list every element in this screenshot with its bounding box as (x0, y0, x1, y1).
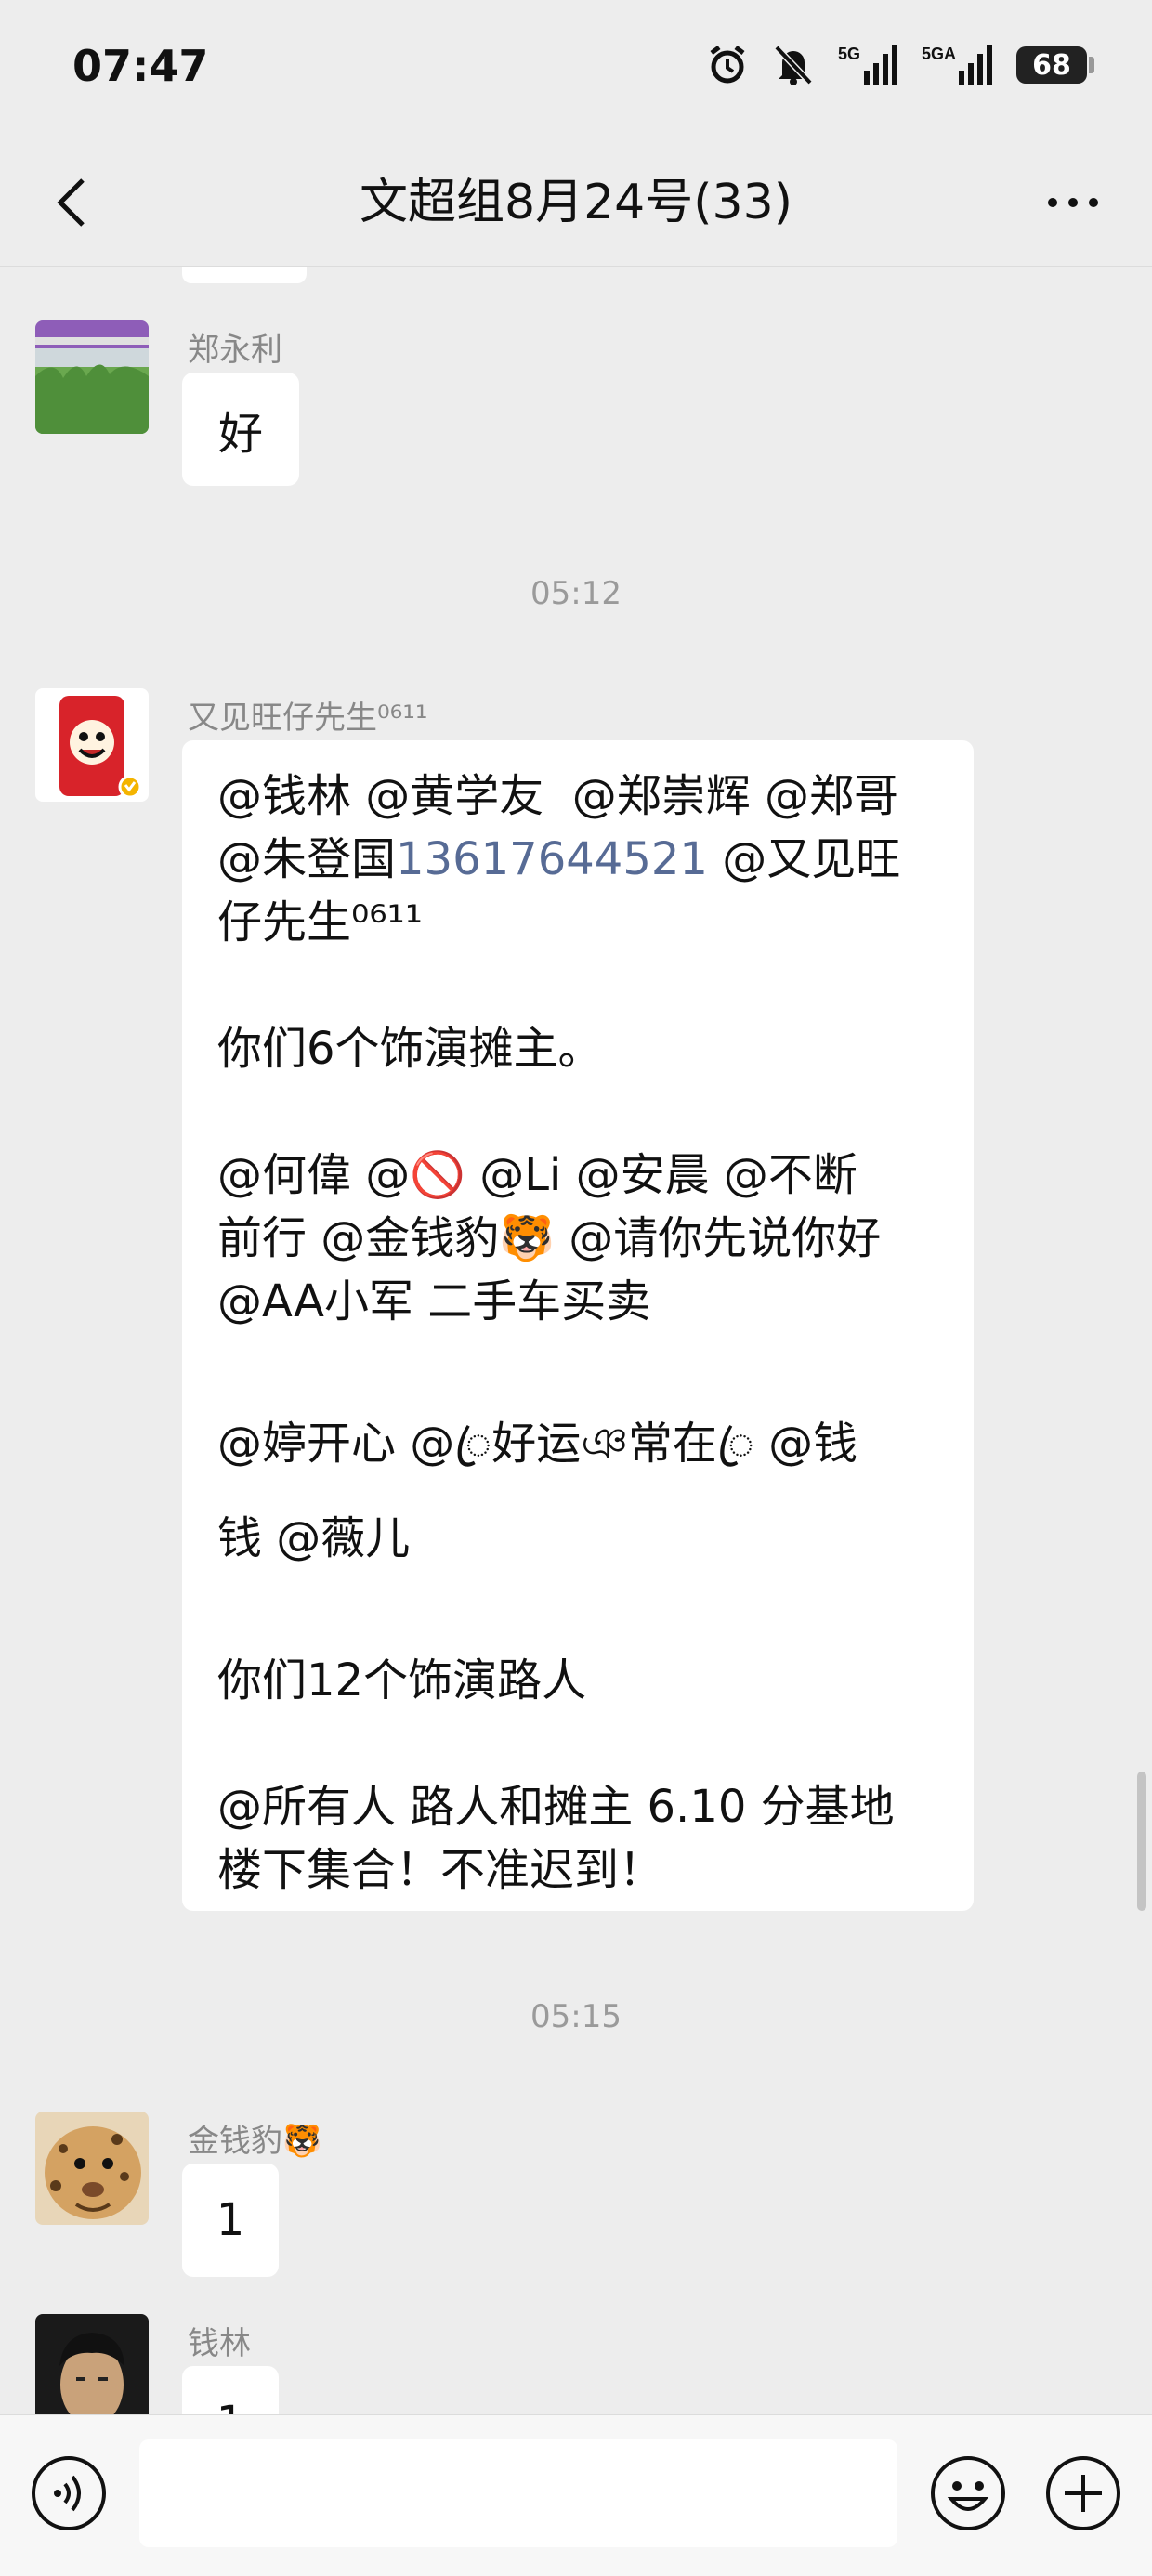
message-text: 1 (216, 2397, 245, 2414)
plus-icon (1046, 2456, 1120, 2530)
voice-icon (32, 2456, 106, 2530)
battery-icon: 68 (1016, 46, 1094, 84)
input-bar (0, 2414, 1152, 2576)
message-bubble[interactable]: 1 (182, 2164, 279, 2277)
announcement-message-bubble[interactable]: @钱林 @黄学友 @郑崇辉 @郑哥 @朱登国13617644521 @又见旺 仔… (182, 740, 974, 1911)
message-bubble[interactable]: 1 (182, 2366, 279, 2414)
mute-bell-icon (773, 44, 814, 86)
signal-1-label: 5G (838, 45, 860, 63)
avatar-zheng-yongli[interactable] (35, 320, 149, 434)
mention-line: @又见旺 (707, 833, 901, 885)
chat-title: 文超组8月24号(33) (360, 175, 792, 230)
avatar-qian-lin[interactable] (35, 2314, 149, 2414)
mention-line: 前行 @金钱豹🐯 @请你先说你好 (217, 1212, 882, 1264)
message-text: @钱林 @黄学友 @郑崇辉 @郑哥 @朱登国13617644521 @又见旺 仔… (217, 765, 938, 1902)
mention-line: 钱 @薇儿 (217, 1512, 411, 1564)
sender-name: 金钱豹🐯 (188, 2123, 322, 2160)
signal-5g-icon: 5G (838, 43, 897, 87)
time-separator: 05:12 (530, 575, 622, 612)
phone-number-link[interactable]: 13617644521 (396, 833, 708, 885)
mention-line: @朱登国 (217, 833, 397, 885)
mention-line: @何偉 @🚫 @Li @安晨 @不断 (217, 1149, 857, 1201)
message-text: 1 (216, 2194, 245, 2246)
sender-name: 又见旺仔先生⁰⁶¹¹ (188, 700, 428, 737)
avatar-wangzai[interactable] (35, 688, 149, 802)
voice-input-button[interactable] (30, 2454, 108, 2532)
emoji-button[interactable] (929, 2454, 1007, 2532)
more-button[interactable] (1031, 167, 1115, 238)
more-dots-icon (1048, 198, 1098, 207)
emoji-icon (931, 2456, 1005, 2530)
person-photo-avatar-icon (35, 2314, 149, 2414)
passerby-note: 你们12个饰演路人 (217, 1654, 587, 1706)
avatar-jin-qian-bao[interactable] (35, 2112, 149, 2225)
grass-photo-avatar-icon (35, 320, 149, 434)
signal-2-label: 5GA (922, 45, 956, 63)
leopard-avatar-icon (35, 2112, 149, 2225)
alarm-icon (706, 44, 749, 86)
chat-header: 文超组8月24号(33) (0, 139, 1152, 267)
more-functions-button[interactable] (1044, 2454, 1122, 2532)
status-icons: 5G 5GA 68 (706, 43, 1094, 87)
chat-scrollbar[interactable] (1137, 1772, 1146, 1911)
signal-5ga-icon: 5GA (922, 43, 992, 87)
mention-line: @钱林 @黄学友 @郑崇辉 @郑哥 (217, 770, 899, 822)
message-text: 好 (217, 408, 263, 460)
battery-level: 68 (1032, 48, 1071, 82)
mention-line: @婷开心 @ꦿ好运ঞ常在ꦿ @钱 (217, 1418, 858, 1470)
status-time: 07:47 (72, 41, 209, 91)
chat-message-list[interactable]: 郑永利 好 05:12 又见旺仔先生⁰⁶¹¹ @钱林 @黄学友 @郑崇辉 @郑哥… (0, 267, 1152, 2414)
wangzai-cartoon-avatar-icon (35, 688, 149, 802)
stall-owner-note: 你们6个饰演摊主。 (217, 1023, 603, 1075)
sender-name: 郑永利 (188, 332, 282, 369)
status-bar: 07:47 5G 5GA 68 (0, 0, 1152, 139)
mention-line: @AA小军 二手车买卖 (217, 1275, 651, 1327)
sender-name: 钱林 (188, 2325, 251, 2362)
gathering-notice: 楼下集合！不准迟到！ (217, 1844, 664, 1896)
partial-message-bubble (182, 267, 307, 283)
message-bubble[interactable]: 好 (182, 373, 299, 486)
message-input[interactable] (139, 2439, 897, 2547)
mention-line: 仔先生⁰⁶¹¹ (217, 896, 423, 948)
gathering-notice: @所有人 路人和摊主 6.10 分基地 (217, 1781, 895, 1833)
time-separator: 05:15 (530, 1998, 622, 2035)
